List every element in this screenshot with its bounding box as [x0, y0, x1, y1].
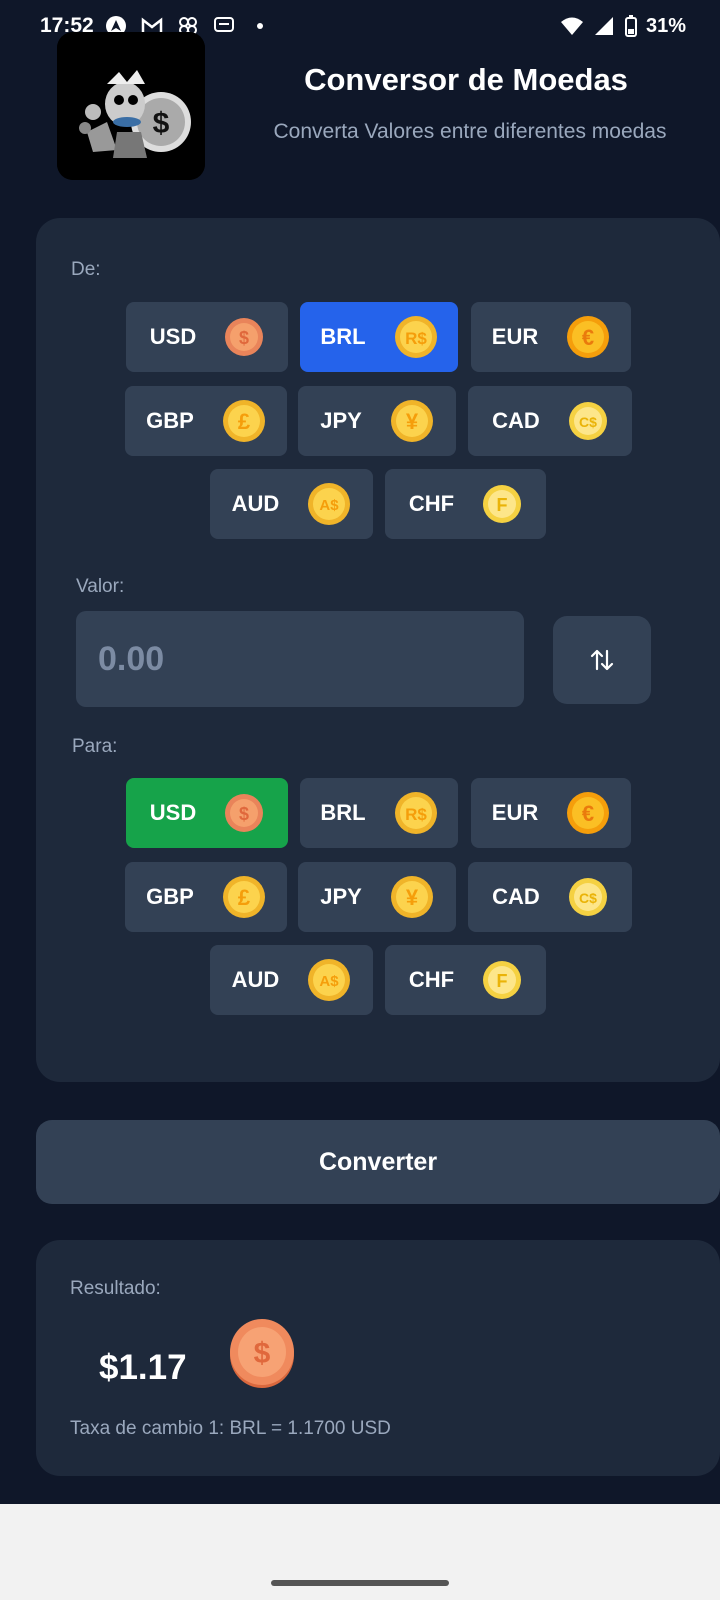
- to-label: Para:: [72, 736, 118, 757]
- svg-text:$: $: [153, 107, 170, 140]
- svg-text:C$: C$: [579, 890, 597, 906]
- svg-text:$: $: [239, 328, 249, 348]
- home-indicator[interactable]: [271, 1580, 449, 1586]
- svg-text:R$: R$: [405, 329, 427, 348]
- from-currency-eur[interactable]: EUR €: [471, 302, 631, 372]
- currency-code: CHF: [408, 491, 455, 516]
- franc-coin-icon: F: [483, 961, 522, 999]
- svg-text:€: €: [582, 325, 594, 350]
- to-currency-chf[interactable]: CHF F: [385, 945, 546, 1015]
- currency-code: BRL: [320, 800, 366, 825]
- from-label: De:: [71, 259, 101, 280]
- battery-icon: [624, 14, 638, 38]
- from-currency-usd[interactable]: USD $: [126, 302, 288, 372]
- from-currency-brl[interactable]: BRL R$: [300, 302, 458, 372]
- euro-coin-icon: €: [567, 316, 610, 358]
- app-logo: $: [57, 32, 205, 180]
- currency-code: BRL: [320, 324, 366, 349]
- dollar-coin-icon: $: [230, 1319, 294, 1388]
- svg-text:$: $: [239, 804, 249, 824]
- exchange-rate-text: Taxa de cambio 1: BRL = 1.1700 USD: [70, 1418, 391, 1439]
- currency-code: AUD: [231, 967, 280, 992]
- app-subtitle: Converta Valores entre diferentes moedas: [273, 120, 667, 143]
- dot-icon: [248, 14, 272, 38]
- from-currency-cad[interactable]: CAD C$: [468, 386, 632, 456]
- message-icon: [212, 14, 236, 38]
- pound-coin-icon: £: [222, 400, 265, 442]
- svg-text:R$: R$: [405, 805, 427, 824]
- svg-text:$: $: [254, 1337, 271, 1370]
- result-label: Resultado:: [70, 1278, 161, 1299]
- app-title: Conversor de Moedas: [304, 62, 628, 97]
- currency-code: GBP: [146, 884, 194, 909]
- svg-text:A$: A$: [320, 497, 340, 514]
- currency-code: JPY: [320, 884, 362, 909]
- euro-coin-icon: €: [567, 792, 610, 834]
- battery-percent: 31%: [645, 14, 686, 37]
- currency-code: AUD: [231, 491, 280, 516]
- to-currency-brl[interactable]: BRL R$: [300, 778, 458, 848]
- to-currency-usd[interactable]: USD $: [126, 778, 288, 848]
- svg-text:A$: A$: [320, 973, 340, 990]
- currency-code: USD: [149, 324, 197, 349]
- from-currency-gbp[interactable]: GBP £: [125, 386, 287, 456]
- from-currency-chf[interactable]: CHF F: [385, 469, 546, 539]
- amount-input[interactable]: [76, 611, 524, 707]
- currency-code: JPY: [320, 408, 362, 433]
- from-currency-aud[interactable]: AUD A$: [210, 469, 373, 539]
- dollar-coin-icon: $: [225, 318, 264, 356]
- currency-code: CAD: [492, 884, 540, 909]
- wifi-icon: [560, 14, 584, 38]
- convert-button[interactable]: Converter: [36, 1120, 720, 1204]
- aud-coin-icon: A$: [308, 959, 351, 1001]
- dollar-coin-icon: $: [225, 794, 264, 832]
- to-currency-cad[interactable]: CAD C$: [468, 862, 632, 932]
- cad-coin-icon: C$: [568, 878, 607, 916]
- swap-button[interactable]: [553, 616, 651, 704]
- currency-code: EUR: [491, 800, 539, 825]
- signal-icon: [592, 14, 616, 38]
- yen-coin-icon: ¥: [390, 400, 433, 442]
- swap-arrows-icon: [590, 649, 614, 671]
- svg-text:¥: ¥: [406, 885, 419, 910]
- svg-text:F: F: [497, 495, 508, 515]
- pound-coin-icon: £: [222, 876, 265, 918]
- to-currency-gbp[interactable]: GBP £: [125, 862, 287, 932]
- amount-label: Valor:: [76, 576, 125, 597]
- aud-coin-icon: A$: [308, 483, 351, 525]
- franc-coin-icon: F: [483, 485, 522, 523]
- real-coin-icon: R$: [394, 316, 437, 358]
- result-value: $1.17: [99, 1348, 187, 1387]
- svg-text:€: €: [582, 801, 594, 826]
- to-currency-aud[interactable]: AUD A$: [210, 945, 373, 1015]
- svg-text:£: £: [238, 409, 251, 434]
- currency-code: CAD: [492, 408, 540, 433]
- svg-text:F: F: [497, 971, 508, 991]
- to-currency-eur[interactable]: EUR €: [471, 778, 631, 848]
- svg-text:C$: C$: [579, 414, 597, 430]
- yen-coin-icon: ¥: [390, 876, 433, 918]
- from-currency-jpy[interactable]: JPY ¥: [298, 386, 456, 456]
- svg-text:£: £: [238, 885, 251, 910]
- to-currency-jpy[interactable]: JPY ¥: [298, 862, 456, 932]
- currency-code: EUR: [491, 324, 539, 349]
- currency-code: USD: [149, 800, 197, 825]
- currency-code: CHF: [408, 967, 455, 992]
- svg-text:¥: ¥: [406, 409, 419, 434]
- real-coin-icon: R$: [394, 792, 437, 834]
- currency-code: GBP: [146, 408, 194, 433]
- cad-coin-icon: C$: [568, 402, 607, 440]
